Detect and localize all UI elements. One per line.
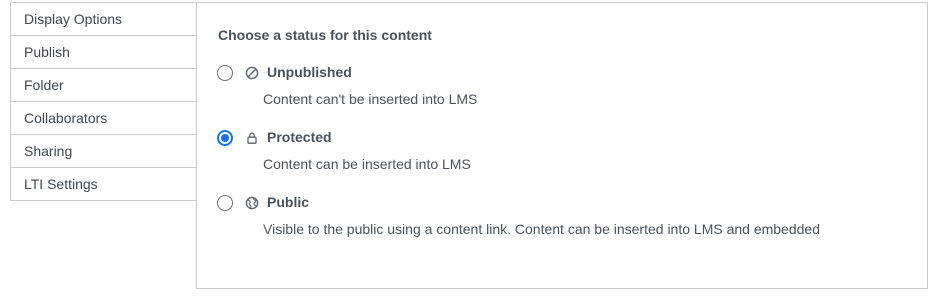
public-radio[interactable] (217, 195, 233, 211)
tab-label: Sharing (24, 143, 73, 159)
protected-label: Protected (267, 129, 332, 145)
section-heading: Choose a status for this content (218, 27, 432, 43)
no-entry-icon (245, 66, 259, 80)
tab-label: Collaborators (24, 110, 108, 126)
tab-folder[interactable]: Folder (10, 69, 197, 102)
tab-lti-settings[interactable]: LTI Settings (10, 168, 197, 201)
settings-tabs: Display Options Publish Folder Collabora… (10, 2, 197, 201)
unpublished-radio[interactable] (217, 65, 233, 81)
unpublished-description: Content can't be inserted into LMS (263, 91, 478, 107)
tab-display-options[interactable]: Display Options (10, 2, 197, 36)
tab-label: Publish (24, 44, 70, 60)
tab-label: LTI Settings (24, 176, 98, 192)
public-label: Public (267, 194, 310, 210)
tab-publish[interactable]: Publish (10, 36, 197, 69)
tab-label: Folder (24, 77, 64, 93)
publish-panel: Choose a status for this content Unpubli… (196, 2, 928, 289)
unpublished-label: Unpublished (267, 64, 352, 80)
tab-sharing[interactable]: Sharing (10, 135, 197, 168)
tab-collaborators[interactable]: Collaborators (10, 102, 197, 135)
tab-label: Display Options (24, 11, 123, 27)
settings-page: Display Options Publish Folder Collabora… (0, 0, 947, 307)
public-description: Visible to the public using a content li… (263, 221, 820, 237)
protected-description: Content can be inserted into LMS (263, 156, 471, 172)
globe-icon (245, 196, 259, 210)
protected-radio[interactable] (217, 130, 233, 146)
lock-icon (247, 132, 257, 144)
